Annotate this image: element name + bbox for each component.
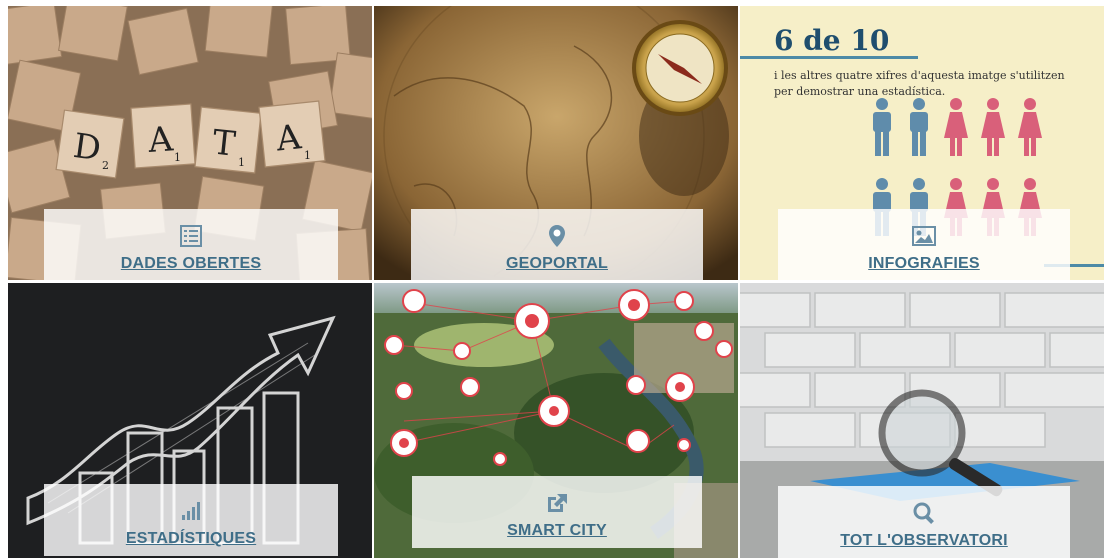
tile-caption: GEOPORTAL bbox=[411, 209, 703, 280]
tile-caption: INFOGRAFIES bbox=[778, 209, 1070, 280]
scrabble-letter: A bbox=[146, 119, 175, 161]
tile-label[interactable]: INFOGRAFIES bbox=[868, 255, 980, 273]
tile-label[interactable]: GEOPORTAL bbox=[506, 255, 608, 273]
scrabble-subscript: 1 bbox=[304, 149, 311, 162]
scrabble-letter: D bbox=[71, 126, 104, 169]
tile-label[interactable]: ESTADÍSTIQUES bbox=[126, 530, 256, 548]
tile-geoportal[interactable]: GEOPORTAL bbox=[374, 6, 740, 283]
scrabble-letter: A bbox=[273, 117, 303, 159]
tile-caption: SMART CITY bbox=[412, 476, 702, 548]
infographic-title: 6 de 10 bbox=[774, 24, 890, 57]
tile-caption: DADES OBERTES bbox=[44, 209, 338, 280]
image-icon bbox=[911, 223, 937, 249]
tile-grid: D A T A 2 1 1 1 DADES OBERTES GEOPORTAL … bbox=[8, 6, 1104, 558]
bar-chart-icon bbox=[178, 498, 204, 524]
tile-label[interactable]: DADES OBERTES bbox=[121, 255, 261, 273]
tile-tot-observatori[interactable]: TOT L'OBSERVATORI bbox=[740, 283, 1104, 558]
search-icon bbox=[911, 500, 937, 526]
external-link-icon bbox=[544, 490, 570, 516]
tile-caption: TOT L'OBSERVATORI bbox=[778, 486, 1070, 558]
list-icon bbox=[178, 223, 204, 249]
tile-estadistiques[interactable]: ESTADÍSTIQUES bbox=[8, 283, 374, 558]
tile-infografies[interactable]: 6 de 10 i les altres quatre xifres d'aqu… bbox=[740, 6, 1104, 283]
tile-label[interactable]: SMART CITY bbox=[507, 522, 607, 540]
scrabble-subscript: 1 bbox=[238, 156, 245, 169]
tile-caption: ESTADÍSTIQUES bbox=[44, 484, 338, 556]
scrabble-subscript: 1 bbox=[174, 151, 181, 164]
tile-dades-obertes[interactable]: D A T A 2 1 1 1 DADES OBERTES bbox=[8, 6, 374, 283]
scrabble-letter: T bbox=[211, 123, 238, 165]
tile-smart-city[interactable]: SMART CITY bbox=[374, 283, 740, 558]
infographic-text: i les altres quatre xifres d'aquesta ima… bbox=[774, 69, 1065, 98]
scrabble-subscript: 2 bbox=[102, 159, 109, 172]
tile-label[interactable]: TOT L'OBSERVATORI bbox=[840, 532, 1008, 550]
map-pin-icon bbox=[544, 223, 570, 249]
infographic-divider bbox=[740, 56, 918, 59]
